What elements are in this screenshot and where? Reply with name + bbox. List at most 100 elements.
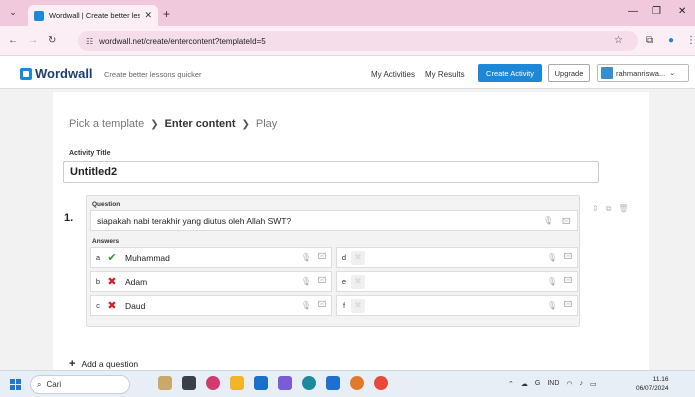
breadcrumb: Pick a template ❯ Enter content ❯ Play: [69, 118, 277, 130]
system-tray: ⌃ ☁ G IND ◠ ♪ ▭: [508, 380, 597, 388]
edge-icon[interactable]: [302, 376, 316, 390]
brand-name: Wordwall: [35, 66, 93, 81]
mic-icon[interactable]: 🎙: [545, 277, 559, 286]
wordwall-logo[interactable]: Wordwall: [20, 66, 93, 81]
answer-text: Muhammad: [125, 252, 170, 263]
extensions-icon[interactable]: ⧉: [646, 35, 653, 46]
tab-title: Wordwall | Create better lesson: [49, 11, 141, 20]
app-icon[interactable]: [254, 376, 268, 390]
wrong-cross-icon[interactable]: ✖: [105, 299, 119, 313]
url-field[interactable]: ☷ wordwall.net/create/entercontent?templ…: [78, 31, 638, 51]
site-header: Wordwall Create better lessons quicker M…: [0, 56, 695, 89]
file-explorer-icon[interactable]: [230, 376, 244, 390]
app-icon[interactable]: [350, 376, 364, 390]
image-icon[interactable]: 🖾: [313, 299, 331, 313]
google-icon[interactable]: G: [535, 380, 540, 388]
image-icon[interactable]: 🖾: [313, 251, 331, 265]
my-activities-link[interactable]: My Activities: [371, 70, 415, 79]
answer-c[interactable]: c ✖ Daud 🎙 🖾: [90, 295, 332, 316]
wordwall-logo-icon: [20, 67, 32, 80]
answer-e[interactable]: e ✖ 🎙 🖾: [336, 271, 578, 292]
tab-search-chevron-icon[interactable]: ⌄: [6, 7, 20, 19]
question-text: siapakah nabi terakhir yang diutus oleh …: [97, 215, 292, 226]
breadcrumb-enter-content: Enter content: [164, 118, 236, 130]
empty-cross-icon[interactable]: ✖: [351, 298, 365, 313]
taskbar-apps: [158, 376, 388, 390]
question-input[interactable]: siapakah nabi terakhir yang diutus oleh …: [90, 210, 578, 231]
answer-letter: d: [341, 253, 347, 262]
image-icon[interactable]: 🖾: [559, 299, 577, 313]
reload-icon[interactable]: ↻: [48, 35, 56, 46]
answer-letter: f: [342, 301, 346, 310]
image-icon[interactable]: 🖾: [313, 275, 331, 289]
create-activity-button[interactable]: Create Activity: [478, 64, 542, 82]
app-icon[interactable]: [278, 376, 292, 390]
close-tab-icon[interactable]: ✕: [144, 10, 152, 21]
taskbar: ⌕ Cari ⌃ ☁ G IND ◠ ♪ ▭ 11.16 06/07/2024: [0, 370, 695, 397]
windows-start-icon[interactable]: [10, 379, 21, 390]
reorder-icon[interactable]: ⇕: [592, 204, 599, 214]
mic-icon[interactable]: 🎙: [545, 301, 559, 310]
answer-b[interactable]: b ✖ Adam 🎙 🖾: [90, 271, 332, 292]
wifi-icon[interactable]: ◠: [566, 380, 572, 388]
mic-icon[interactable]: 🎙: [299, 253, 313, 262]
answer-a[interactable]: a ✔ Muhammad 🎙 🖾: [90, 247, 332, 268]
question-panel: Question siapakah nabi terakhir yang diu…: [86, 195, 580, 327]
wordwall-favicon-icon: [34, 10, 44, 21]
mic-icon[interactable]: 🎙: [545, 253, 559, 262]
answer-d[interactable]: d ✖ 🎙 🖾: [336, 247, 578, 268]
restore-icon[interactable]: ❐: [652, 6, 661, 17]
my-results-link[interactable]: My Results: [425, 70, 465, 79]
correct-check-icon[interactable]: ✔: [105, 251, 119, 265]
user-menu[interactable]: rahmanriswa... ⌄: [597, 64, 689, 82]
question-mic-icon[interactable]: 🎙: [543, 216, 553, 225]
chevron-right-icon: ❯: [241, 118, 250, 130]
mic-icon[interactable]: 🎙: [299, 277, 313, 286]
breadcrumb-pick-template[interactable]: Pick a template: [69, 118, 144, 130]
browser-tab[interactable]: Wordwall | Create better lesson ✕: [28, 5, 158, 26]
taskbar-search[interactable]: ⌕ Cari: [30, 375, 130, 394]
site-info-icon[interactable]: ☷: [86, 37, 93, 46]
forward-icon[interactable]: →: [28, 35, 38, 46]
add-question-label: Add a question: [81, 359, 139, 369]
mic-icon[interactable]: 🎙: [299, 301, 313, 310]
mail-icon[interactable]: [326, 376, 340, 390]
taskbar-search-label: Cari: [46, 380, 62, 389]
chrome-icon[interactable]: [374, 376, 388, 390]
add-question-button[interactable]: + Add a question: [69, 358, 138, 370]
empty-cross-icon[interactable]: ✖: [351, 250, 365, 265]
answer-f[interactable]: f ✖ 🎙 🖾: [336, 295, 578, 316]
profile-icon[interactable]: ●: [668, 35, 674, 46]
app-icon[interactable]: [206, 376, 220, 390]
bookmark-star-icon[interactable]: ☆: [614, 35, 623, 46]
answer-letter: a: [95, 253, 101, 262]
volume-icon[interactable]: ♪: [580, 380, 584, 388]
wrong-cross-icon[interactable]: ✖: [105, 275, 119, 289]
back-icon[interactable]: ←: [8, 35, 18, 46]
question-label: Question: [92, 201, 121, 208]
image-icon[interactable]: 🖾: [559, 251, 577, 265]
minimize-icon[interactable]: —: [628, 6, 638, 17]
upgrade-button[interactable]: Upgrade: [548, 64, 590, 82]
breadcrumb-play[interactable]: Play: [256, 118, 277, 130]
image-icon[interactable]: 🖾: [559, 275, 577, 289]
chevron-down-icon: ⌄: [669, 70, 676, 77]
delete-icon[interactable]: 🗑: [618, 204, 628, 214]
battery-icon[interactable]: ▭: [590, 380, 597, 388]
language-indicator[interactable]: IND: [547, 380, 559, 388]
browser-tab-strip: ⌄ Wordwall | Create better lesson ✕ + — …: [0, 0, 695, 26]
task-view-icon[interactable]: [182, 376, 196, 390]
duplicate-icon[interactable]: ⧉: [606, 204, 612, 214]
empty-cross-icon[interactable]: ✖: [351, 274, 365, 289]
browser-menu-icon[interactable]: ⋮: [686, 35, 695, 46]
clock[interactable]: 11.16 06/07/2024: [636, 375, 669, 393]
chevron-up-icon[interactable]: ⌃: [508, 380, 514, 388]
new-tab-icon[interactable]: +: [163, 7, 170, 21]
activity-title-label: Activity Title: [69, 150, 111, 157]
question-image-icon[interactable]: 🖾: [562, 216, 571, 230]
close-window-icon[interactable]: ✕: [678, 6, 686, 17]
widget-icon[interactable]: [158, 376, 172, 390]
answer-letter: b: [95, 277, 101, 286]
cloud-icon[interactable]: ☁: [521, 380, 528, 388]
activity-title-input[interactable]: Untitled2: [63, 161, 599, 183]
